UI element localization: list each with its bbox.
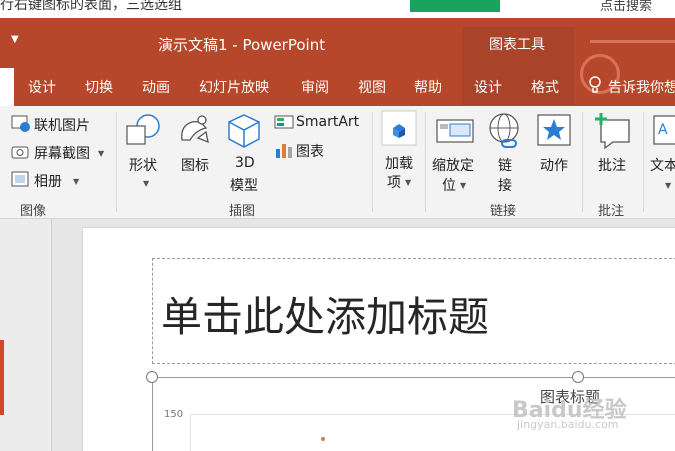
photo-album-icon <box>11 171 29 187</box>
tab-design[interactable]: 设计 <box>28 77 56 97</box>
tab-help[interactable]: 帮助 <box>414 77 442 97</box>
3d-model-label-line2[interactable]: 模型 <box>230 175 258 195</box>
chevron-down-icon[interactable]: ▼ <box>405 178 411 187</box>
group-separator <box>643 112 644 212</box>
group-separator <box>582 112 583 212</box>
group-label-comments: 批注 <box>598 204 625 219</box>
tab-review[interactable]: 审阅 <box>301 77 329 97</box>
3d-model-label-line1[interactable]: 3D <box>235 155 255 171</box>
title-placeholder-text[interactable]: 单击此处添加标题 <box>161 283 489 343</box>
smartart-button[interactable]: SmartArt <box>296 114 359 130</box>
resize-handle-top-left[interactable] <box>146 371 158 383</box>
chevron-down-icon[interactable]: ▼ <box>98 149 104 158</box>
group-label-links: 链接 <box>490 204 517 219</box>
green-button[interactable] <box>410 0 500 12</box>
textbox-button[interactable]: 文本 <box>650 155 675 175</box>
watermark-line <box>590 40 675 43</box>
addins-icon <box>381 110 417 146</box>
group-separator <box>116 112 117 212</box>
tell-me-search[interactable]: 告诉我你想 <box>608 77 675 97</box>
new-comment-button[interactable]: 批注 <box>598 155 626 175</box>
group-label-illustrations: 插图 <box>229 204 256 219</box>
action-button[interactable]: 动作 <box>540 155 568 175</box>
photo-album-button[interactable]: 相册 <box>34 171 62 191</box>
chart-button[interactable]: 图表 <box>296 141 324 161</box>
watermark-url: jingyan.baidu.com <box>517 418 619 431</box>
screenshot-button[interactable]: 屏幕截图 <box>34 143 90 163</box>
addins-label-line1[interactable]: 加载 <box>385 153 413 173</box>
quick-access-dropdown-icon[interactable]: ▼ <box>11 34 19 45</box>
zoom-label-line2[interactable]: 位 <box>442 175 456 195</box>
chart-tools-title: 图表工具 <box>489 37 545 53</box>
chevron-down-icon[interactable]: ▼ <box>73 177 79 186</box>
group-separator <box>372 112 373 212</box>
svg-text:A: A <box>658 122 668 138</box>
y-axis-tick-label: 150 <box>164 409 184 420</box>
slide-thumbnail-pane[interactable] <box>0 219 52 451</box>
smartart-icon <box>274 115 294 129</box>
action-star-icon <box>537 114 571 146</box>
shapes-icon <box>126 114 160 145</box>
shapes-button[interactable]: 形状 <box>129 155 157 175</box>
new-comment-icon <box>595 113 630 150</box>
icons-gallery-icon <box>181 115 209 144</box>
search-link[interactable]: 点击搜索 <box>600 0 652 14</box>
zoom-label-line1[interactable]: 缩放定 <box>432 155 474 175</box>
selected-thumbnail-marker <box>0 340 4 415</box>
chart-icon <box>276 144 292 158</box>
zoom-icon <box>436 119 474 143</box>
tab-animations[interactable]: 动画 <box>142 77 170 97</box>
tab-slideshow[interactable]: 幻灯片放映 <box>199 77 269 97</box>
browser-top-strip: 行右键图标的表面，三选选组 点击搜索 <box>0 0 675 18</box>
file-tab-stub[interactable] <box>0 68 14 106</box>
group-separator <box>425 112 426 212</box>
article-text: 行右键图标的表面，三选选组 <box>0 0 182 13</box>
resize-handle-top-center[interactable] <box>572 371 584 383</box>
document-title: 演示文稿1 - PowerPoint <box>158 36 326 54</box>
3d-model-icon <box>228 114 260 148</box>
tab-chart-design[interactable]: 设计 <box>474 77 502 97</box>
chevron-down-icon[interactable]: ▼ <box>460 181 466 190</box>
tab-view[interactable]: 视图 <box>358 77 386 97</box>
link-icon <box>489 113 519 148</box>
textbox-icon: A <box>653 115 675 145</box>
group-label-images: 图像 <box>20 204 47 219</box>
tab-transitions[interactable]: 切换 <box>85 77 113 97</box>
chevron-down-icon[interactable]: ▼ <box>665 181 671 190</box>
online-pictures-icon <box>11 115 30 132</box>
icons-button[interactable]: 图标 <box>181 155 209 175</box>
screenshot-icon <box>11 146 29 159</box>
chevron-down-icon[interactable]: ▼ <box>143 179 149 188</box>
chart-data-point <box>321 437 325 441</box>
addins-label-line2[interactable]: 项 <box>387 172 401 192</box>
online-pictures-button[interactable]: 联机图片 <box>34 115 90 135</box>
link-label-line2[interactable]: 接 <box>498 175 512 195</box>
link-label-line1[interactable]: 链 <box>498 155 512 175</box>
tab-chart-format[interactable]: 格式 <box>531 77 559 97</box>
lightbulb-icon <box>589 76 601 93</box>
